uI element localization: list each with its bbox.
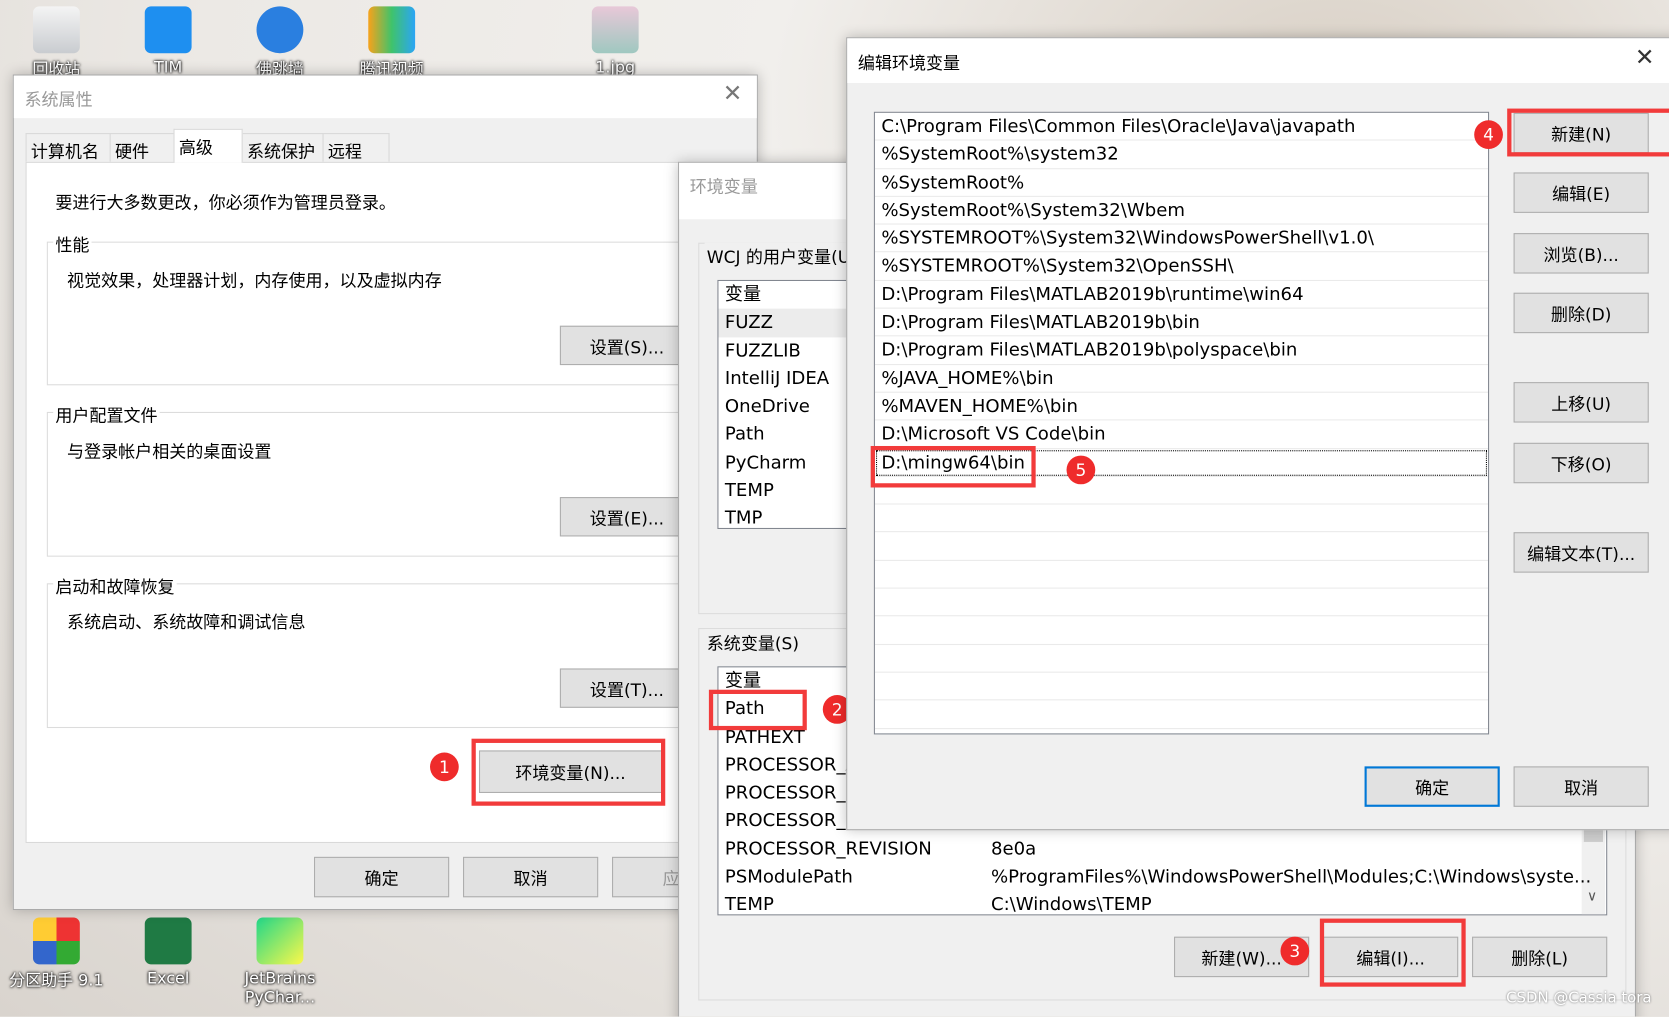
tab-remote[interactable]: 远程 bbox=[322, 133, 390, 162]
path-entry[interactable]: %JAVA_HOME%\bin bbox=[874, 365, 1489, 393]
performance-label: 性能 bbox=[53, 230, 92, 257]
title-bar: 系统属性 ✕ bbox=[13, 75, 757, 119]
annotation-badge-3: 3 bbox=[1280, 936, 1310, 966]
desktop-icon-tim[interactable]: TIM bbox=[120, 6, 216, 77]
variable-name: TEMP bbox=[724, 894, 774, 916]
close-icon[interactable]: ✕ bbox=[723, 81, 743, 108]
excel-icon bbox=[144, 917, 192, 965]
path-entry[interactable]: D:\Program Files\MATLAB2019b\bin bbox=[874, 309, 1489, 337]
empty-row bbox=[874, 533, 1489, 561]
edit-text-button[interactable]: 编辑文本(T)... bbox=[1513, 532, 1649, 573]
variable-name: PROCESSOR_L bbox=[724, 810, 856, 832]
empty-row bbox=[874, 589, 1489, 617]
user-profiles-desc: 与登录帐户相关的桌面设置 bbox=[67, 441, 272, 462]
table-row[interactable]: PSModulePath %ProgramFiles%\WindowsPowerS… bbox=[718, 863, 1606, 891]
tab-advanced[interactable]: 高级 bbox=[173, 128, 243, 163]
recycle-bin-icon bbox=[32, 6, 80, 54]
title-bar: 编辑环境变量 ✕ bbox=[847, 38, 1669, 84]
desktop-icon-pycharm[interactable]: JetBrains PyChar... bbox=[232, 917, 328, 1007]
startup-recovery-desc: 系统启动、系统故障和调试信息 bbox=[67, 612, 306, 633]
empty-row bbox=[874, 505, 1489, 533]
empty-row bbox=[874, 701, 1489, 729]
edit-cancel-button[interactable]: 取消 bbox=[1513, 766, 1649, 807]
dialog-title: 系统属性 bbox=[24, 89, 93, 110]
highlight-box-2 bbox=[708, 689, 807, 731]
desktop-icon-image[interactable]: 1.jpg bbox=[567, 6, 663, 77]
image-thumbnail-icon bbox=[591, 6, 639, 54]
highlight-box-5 bbox=[870, 445, 1036, 488]
tab-system-protection[interactable]: 系统保护 bbox=[241, 133, 324, 162]
desktop-icon-partition-assistant[interactable]: 分区助手 9.1 bbox=[9, 917, 105, 991]
path-entry[interactable]: D:\Program Files\MATLAB2019b\runtime\win… bbox=[874, 281, 1489, 309]
desktop-icon-tencent-video[interactable]: 腾讯视频 bbox=[344, 6, 440, 79]
startup-recovery-label: 启动和故障恢复 bbox=[53, 572, 177, 599]
annotation-badge-4: 4 bbox=[1474, 120, 1503, 150]
path-entry[interactable]: D:\Program Files\MATLAB2019b\polyspace\b… bbox=[874, 337, 1489, 365]
ok-button[interactable]: 确定 bbox=[313, 856, 450, 898]
empty-row bbox=[874, 673, 1489, 701]
watermark: CSDN @Cassia tora bbox=[1506, 989, 1652, 1007]
pycharm-icon bbox=[256, 917, 304, 965]
tim-icon bbox=[144, 6, 192, 54]
tencent-video-icon bbox=[368, 6, 416, 54]
tab-hardware[interactable]: 硬件 bbox=[109, 133, 175, 162]
path-entry[interactable]: D:\Microsoft VS Code\bin bbox=[874, 421, 1489, 449]
desktop-icon-fotiaoqiang[interactable]: 佛跳墙 bbox=[232, 6, 328, 79]
browse-button[interactable]: 浏览(B)... bbox=[1513, 233, 1649, 274]
highlight-box-1 bbox=[471, 738, 666, 806]
highlight-box-4 bbox=[1507, 108, 1669, 157]
path-entry[interactable]: %MAVEN_HOME%\bin bbox=[874, 393, 1489, 421]
path-entry[interactable]: %SystemRoot%\system32 bbox=[874, 141, 1489, 169]
variable-value: 8e0a bbox=[990, 838, 1037, 860]
annotation-badge-1: 1 bbox=[430, 752, 459, 782]
user-profiles-label: 用户配置文件 bbox=[53, 401, 160, 427]
system-delete-button[interactable]: 删除(L) bbox=[1472, 936, 1608, 978]
highlight-box-3 bbox=[1319, 918, 1466, 987]
system-variables-label: 系统变量(S) bbox=[704, 629, 802, 655]
partition-assistant-icon bbox=[32, 917, 80, 965]
tab-computer-name[interactable]: 计算机名 bbox=[25, 133, 111, 162]
variable-name: PROCESSOR_REVISION bbox=[724, 838, 932, 860]
desktop: 回收站 TIM 佛跳墙 腾讯视频 1.jpg 分区助手 9.1 Excel Je… bbox=[0, 0, 1669, 1017]
path-entry[interactable]: C:\Program Files\Common Files\Oracle\Jav… bbox=[874, 113, 1489, 141]
variable-value: %ProgramFiles%\WindowsPowerShell\Modules… bbox=[990, 866, 1592, 888]
startup-recovery-settings-button[interactable]: 设置(T)... bbox=[559, 668, 694, 708]
annotation-badge-5: 5 bbox=[1066, 455, 1096, 485]
path-entry[interactable]: %SYSTEMROOT%\System32\OpenSSH\ bbox=[874, 253, 1489, 281]
fotiaoqiang-icon bbox=[256, 6, 304, 54]
edit-button[interactable]: 编辑(E) bbox=[1513, 172, 1649, 213]
admin-note: 要进行大多数更改，你必须作为管理员登录。 bbox=[55, 192, 396, 213]
dialog-title: 编辑环境变量 bbox=[857, 53, 961, 74]
user-profiles-settings-button[interactable]: 设置(E)... bbox=[559, 497, 694, 537]
user-variables-label: WCJ 的用户变量(U) bbox=[704, 242, 859, 269]
move-up-button[interactable]: 上移(U) bbox=[1513, 382, 1649, 423]
desktop-icon-recycle-bin[interactable]: 回收站 bbox=[9, 6, 105, 79]
performance-settings-button[interactable]: 设置(S)... bbox=[559, 325, 694, 366]
delete-button[interactable]: 删除(D) bbox=[1513, 292, 1649, 334]
empty-row bbox=[874, 645, 1489, 673]
path-entries-list[interactable]: C:\Program Files\Common Files\Oracle\Jav… bbox=[873, 111, 1490, 735]
variable-name: PSModulePath bbox=[724, 866, 853, 888]
path-entry[interactable]: %SYSTEMROOT%\System32\WindowsPowerShell\… bbox=[874, 225, 1489, 253]
variable-name: PROCESSOR_I bbox=[724, 782, 851, 804]
desktop-icon-excel[interactable]: Excel bbox=[120, 917, 216, 988]
performance-desc: 视觉效果，处理器计划，内存使用，以及虚拟内存 bbox=[67, 270, 442, 291]
path-entry[interactable]: %SystemRoot% bbox=[874, 169, 1489, 197]
table-row[interactable]: PROCESSOR_REVISION 8e0a bbox=[718, 835, 1606, 863]
empty-row bbox=[874, 617, 1489, 645]
path-entry[interactable]: %SystemRoot%\System32\Wbem bbox=[874, 197, 1489, 225]
edit-ok-button[interactable]: 确定 bbox=[1364, 766, 1500, 807]
dialog-title: 环境变量 bbox=[689, 176, 758, 197]
table-row[interactable]: TEMP C:\Windows\TEMP bbox=[718, 891, 1606, 916]
close-icon[interactable]: ✕ bbox=[1635, 45, 1655, 72]
variable-name: PROCESSOR_A bbox=[724, 754, 858, 776]
empty-row bbox=[874, 561, 1489, 589]
move-down-button[interactable]: 下移(O) bbox=[1513, 442, 1649, 484]
cancel-button[interactable]: 取消 bbox=[463, 856, 599, 898]
variable-value: C:\Windows\TEMP bbox=[990, 894, 1152, 916]
